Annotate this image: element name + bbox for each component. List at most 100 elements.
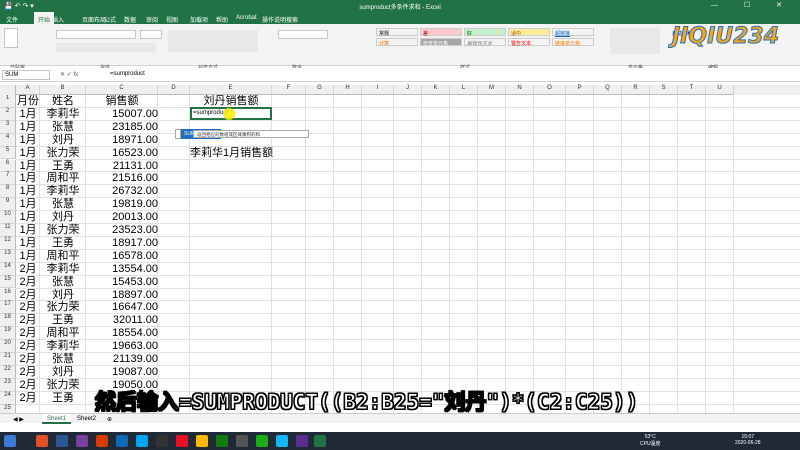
- column-header[interactable]: J: [394, 85, 422, 95]
- tab-11[interactable]: 操作说明搜索: [262, 15, 298, 24]
- app-icon-11[interactable]: [236, 435, 248, 447]
- cell-sales[interactable]: 19819.00: [86, 197, 158, 211]
- cell-name[interactable]: 李莉华: [40, 107, 86, 121]
- alignment-buttons[interactable]: [168, 30, 258, 52]
- select-all-corner[interactable]: [0, 85, 16, 95]
- formula-buttons[interactable]: ✕ ✓ fx: [60, 71, 78, 78]
- cell-month[interactable]: 2月: [16, 313, 40, 327]
- cell-sales[interactable]: 23523.00: [86, 223, 158, 237]
- cell-name[interactable]: 王勇: [40, 236, 86, 250]
- row-header[interactable]: 4: [0, 133, 16, 147]
- start-icon[interactable]: [4, 435, 16, 447]
- app-icon-6[interactable]: [136, 435, 148, 447]
- cell-sales[interactable]: 16523.00: [86, 146, 158, 160]
- style-check[interactable]: 检查单元格: [420, 38, 462, 47]
- cell-month[interactable]: 2月: [16, 339, 40, 353]
- column-header[interactable]: H: [334, 85, 362, 95]
- tab-7[interactable]: 视图: [166, 15, 178, 24]
- cell-sales[interactable]: 21139.00: [86, 352, 158, 366]
- app-icon-3[interactable]: [76, 435, 88, 447]
- row-header[interactable]: 10: [0, 211, 16, 224]
- style-bad[interactable]: 差: [420, 28, 462, 37]
- font-name-select[interactable]: [56, 30, 136, 39]
- cell-name[interactable]: 张慧: [40, 120, 86, 134]
- cell-month[interactable]: 2月: [16, 365, 40, 379]
- column-header[interactable]: D: [158, 85, 190, 95]
- cell-sales[interactable]: 18897.00: [86, 288, 158, 302]
- row-header[interactable]: 13: [0, 249, 16, 263]
- row-header[interactable]: 11: [0, 224, 16, 237]
- tab-4[interactable]: 公式: [104, 15, 116, 24]
- name-box[interactable]: SUM: [2, 70, 50, 80]
- row-header[interactable]: 7: [0, 172, 16, 186]
- number-format-select[interactable]: [278, 30, 328, 39]
- row-header[interactable]: 2: [0, 107, 16, 121]
- column-header[interactable]: T: [678, 85, 706, 95]
- style-explanatory[interactable]: 解释性文本: [464, 38, 506, 47]
- cell-month[interactable]: 1月: [16, 197, 40, 211]
- worksheet[interactable]: 1 2 3 4 5 6 7 8 9 10 11 12 13 14 15 16 17 18 19 20 21 22 23 24 2…: [0, 95, 800, 413]
- app-icon-8[interactable]: [176, 435, 188, 447]
- cell-name[interactable]: 刘丹: [40, 133, 86, 147]
- cell-sales[interactable]: 18554.00: [86, 326, 158, 340]
- cell-month[interactable]: 1月: [16, 249, 40, 263]
- row-header[interactable]: 9: [0, 198, 16, 212]
- cell-name[interactable]: 张力荣: [40, 223, 86, 237]
- column-header[interactable]: K: [422, 85, 450, 95]
- row-header[interactable]: 8: [0, 185, 16, 199]
- app-icon-2[interactable]: [56, 435, 68, 447]
- style-neutral[interactable]: 适中: [508, 28, 550, 37]
- cell-month[interactable]: 1月: [16, 236, 40, 250]
- app-icon-14[interactable]: [296, 435, 308, 447]
- app-icon-13[interactable]: [276, 435, 288, 447]
- tab-8[interactable]: 加载项: [190, 15, 208, 24]
- cell-month[interactable]: 1月: [16, 107, 40, 121]
- column-header[interactable]: I: [362, 85, 394, 95]
- row-header[interactable]: 18: [0, 314, 16, 328]
- cell-name[interactable]: 刘丹: [40, 365, 86, 379]
- cell-sales[interactable]: 23185.00: [86, 120, 158, 134]
- cell-sales[interactable]: 21131.00: [86, 159, 158, 173]
- tab-10[interactable]: Acrobat: [236, 15, 257, 21]
- cell-name[interactable]: 周和平: [40, 171, 86, 185]
- style-normal[interactable]: 常规: [376, 28, 418, 37]
- row-header[interactable]: 1: [0, 95, 16, 108]
- cell-e5[interactable]: 李莉华1月销售额: [190, 146, 273, 160]
- app-icon-10[interactable]: [216, 435, 228, 447]
- cell-name[interactable]: 刘丹: [40, 288, 86, 302]
- cell-month[interactable]: 2月: [16, 262, 40, 276]
- row-header[interactable]: 20: [0, 340, 16, 353]
- font-size-select[interactable]: [140, 30, 162, 39]
- row-header[interactable]: 5: [0, 146, 16, 160]
- column-header[interactable]: A: [16, 85, 40, 95]
- wechat-icon[interactable]: [256, 435, 268, 447]
- column-header[interactable]: R: [622, 85, 650, 95]
- tab-9[interactable]: 帮助: [216, 15, 228, 24]
- cell-sales[interactable]: 32011.00: [86, 313, 158, 327]
- column-header[interactable]: N: [506, 85, 534, 95]
- cell-name[interactable]: 王勇: [40, 391, 86, 405]
- app-icon-1[interactable]: [36, 435, 48, 447]
- cell-month[interactable]: 1月: [16, 133, 40, 147]
- cell-name[interactable]: 张力荣: [40, 300, 86, 314]
- column-header[interactable]: P: [566, 85, 594, 95]
- tab-6[interactable]: 审阅: [146, 15, 158, 24]
- cell-name[interactable]: 刘丹: [40, 210, 86, 224]
- row-header[interactable]: 3: [0, 120, 16, 134]
- cell-month[interactable]: 2月: [16, 275, 40, 289]
- app-icon-4[interactable]: [96, 435, 108, 447]
- cell-name[interactable]: 周和平: [40, 326, 86, 340]
- cell-name[interactable]: 李莉华: [40, 184, 86, 198]
- style-calc[interactable]: 计算: [376, 38, 418, 47]
- cell-month[interactable]: 2月: [16, 288, 40, 302]
- paste-button[interactable]: [4, 28, 18, 48]
- cell-name[interactable]: 李莉华: [40, 262, 86, 276]
- window-controls[interactable]: — ☐ ✕: [711, 1, 794, 9]
- cell-name[interactable]: 张慧: [40, 352, 86, 366]
- app-icon-9[interactable]: [196, 435, 208, 447]
- cell-month[interactable]: 2月: [16, 300, 40, 314]
- app-icon-5[interactable]: [116, 435, 128, 447]
- row-header[interactable]: 12: [0, 236, 16, 250]
- cell-month[interactable]: 1月: [16, 171, 40, 185]
- row-header[interactable]: 24: [0, 391, 16, 405]
